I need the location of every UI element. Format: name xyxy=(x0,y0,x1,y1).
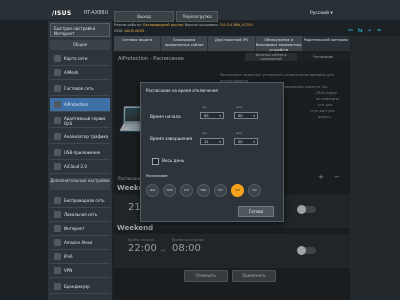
tab-parental-control[interactable]: Родительский контроль xyxy=(302,36,351,51)
sidebar-item-label: VPN xyxy=(64,268,73,273)
sidebar-item-guest[interactable]: Гостевая сеть xyxy=(50,82,110,96)
usb-app-icon xyxy=(54,149,61,156)
day-sat[interactable]: SAT xyxy=(248,184,261,197)
sidebar-item-label: Гостевая сеть xyxy=(64,86,94,91)
end-minute-select[interactable]: 00 xyxy=(234,138,258,146)
sidebar-item-aiprotection[interactable]: AiProtection xyxy=(50,98,110,112)
router-info-bar: Режим работы: Беспроводной роутер Версия… xyxy=(114,22,344,34)
all-day-checkbox[interactable] xyxy=(152,158,159,165)
day-mon[interactable]: MON xyxy=(163,184,176,197)
usb-icon[interactable]: ⌁ xyxy=(368,27,372,34)
end-min-label: мин. xyxy=(236,131,243,135)
sidebar-item-lan[interactable]: Локальная сеть xyxy=(50,208,110,222)
sidebar-item-firewall[interactable]: Брандмауэр xyxy=(50,280,110,294)
vpn-icon xyxy=(54,267,61,274)
tab-network-protection[interactable]: Сетевая защита xyxy=(114,36,162,51)
all-day-label: Весь день xyxy=(162,158,185,163)
start-hour-label: час xyxy=(202,105,207,109)
sidebar-item-label: Локальная сеть xyxy=(64,212,98,217)
sidebar-item-qos[interactable]: Адаптивный сервис QoS xyxy=(50,114,110,128)
sidebar-item-wireless[interactable]: Беспроводная сеть xyxy=(50,194,110,208)
traffic-icon xyxy=(54,133,61,140)
guest-network-icon xyxy=(54,85,61,92)
language-select[interactable]: Русский ▾ xyxy=(310,11,346,20)
sidebar-item-label: Анализатор трафика xyxy=(64,134,109,139)
sidebar-item-vpn[interactable]: VPN xyxy=(50,264,110,278)
ssid-value: ASUS ASUS xyxy=(124,29,145,33)
network-icon[interactable]: ⎓ xyxy=(348,27,353,34)
sidebar-item-network-map[interactable]: Карта сети xyxy=(50,52,110,66)
fw-value[interactable]: 3.0.0.4.386_41700 xyxy=(220,23,253,27)
sidebar-item-usb[interactable]: USB-приложение xyxy=(50,146,110,160)
tab-infected-devices[interactable]: Обнаружение и блокировка зараженных устр… xyxy=(255,36,303,52)
end-time-label: Время завершения xyxy=(150,136,192,141)
day-wed[interactable]: WED xyxy=(197,184,210,197)
modal-title: Расписание на время отключения xyxy=(146,88,218,93)
protection-tabs: Сетевая защита Блокировка вредоносных са… xyxy=(114,36,351,52)
sidebar-item-label: Карта сети xyxy=(64,56,88,61)
link-icon[interactable]: ⇆ xyxy=(358,27,363,34)
start-hour-select[interactable]: 00 xyxy=(200,112,224,120)
sidebar-item-label: Amazon Alexa xyxy=(64,240,93,245)
wifi-icon[interactable]: ≈ xyxy=(376,27,381,34)
router-model: RT-AX88U xyxy=(84,10,109,16)
sidebar-item-label: Брандмауэр xyxy=(64,284,90,289)
sidebar-item-label: USB-приложение xyxy=(64,150,101,155)
mode-label: Режим работы: xyxy=(114,23,143,27)
tab-two-way-ips[interactable]: Двусторонний IPS xyxy=(208,36,256,51)
schedule-modal xyxy=(140,82,284,222)
sidebar-item-label: Интернет xyxy=(64,226,85,231)
alexa-icon xyxy=(54,239,61,246)
tab-malicious-sites[interactable]: Блокировка вредоносных сайтов xyxy=(161,36,209,51)
sidebar-item-label: Беспроводная сеть xyxy=(64,198,105,203)
wireless-icon xyxy=(54,197,61,204)
network-map-icon xyxy=(54,55,61,62)
status-icons: ⎓ ⇆ ⌁ ≈ xyxy=(348,27,388,34)
qos-icon xyxy=(54,117,61,124)
start-time-label: Время начала xyxy=(150,114,181,119)
sidebar-item-label: AiProtection xyxy=(64,102,89,107)
day-selector: SUN MON TUE WED THU FRI SAT xyxy=(146,184,276,197)
day-tue[interactable]: TUE xyxy=(180,184,193,197)
day-fri[interactable]: FRI xyxy=(231,184,244,197)
asus-logo: /ISUS xyxy=(52,10,72,17)
mode-value[interactable]: Беспроводной роутер xyxy=(143,23,183,27)
aimesh-icon xyxy=(54,69,61,76)
lan-icon xyxy=(54,211,61,218)
sidebar-item-traffic[interactable]: Анализатор трафика xyxy=(50,130,110,144)
day-sun[interactable]: SUN xyxy=(146,184,159,197)
sidebar-item-wan[interactable]: Интернет xyxy=(50,222,110,236)
start-min-label: мин. xyxy=(236,105,243,109)
modal-schedule-title: Расписание xyxy=(146,174,168,178)
end-hour-select[interactable]: 12 xyxy=(200,138,224,146)
sidebar-item-ipv6[interactable]: IPv6 xyxy=(50,250,110,264)
reboot-button[interactable]: Перезагрузка xyxy=(176,11,218,22)
advanced-section-title: Дополнительные настройки xyxy=(50,178,110,190)
sidebar-item-label: AiMesh xyxy=(64,70,79,75)
firewall-icon xyxy=(54,283,61,290)
fw-label: Версия прошивки: xyxy=(184,23,219,27)
globe-icon xyxy=(54,225,61,232)
ipv6-icon xyxy=(54,253,61,260)
general-section-title: Общие xyxy=(50,40,110,50)
ssid-label: SSID: xyxy=(114,29,124,33)
end-hour-label: час xyxy=(202,131,207,135)
done-button[interactable]: Готово xyxy=(238,206,274,217)
start-minute-select[interactable]: 00 xyxy=(234,112,258,120)
language-label: Русский xyxy=(310,11,329,16)
right-gutter xyxy=(350,36,400,300)
sidebar-item-aimesh[interactable]: AiMesh xyxy=(50,66,110,80)
sidebar-item-label: AiCloud 2.0 xyxy=(64,164,87,169)
quick-setup-button[interactable]: Быстрая настройка Интернет xyxy=(50,23,110,37)
cloud-icon xyxy=(54,163,61,170)
logout-button[interactable]: Выход xyxy=(114,11,174,22)
sidebar-item-label: Адаптивный сервис QoS xyxy=(64,115,106,126)
shield-icon xyxy=(54,101,61,108)
sidebar-item-alexa[interactable]: Amazon Alexa xyxy=(50,236,110,250)
sidebar-item-aicloud[interactable]: AiCloud 2.0 xyxy=(50,160,110,174)
sidebar-item-label: IPv6 xyxy=(64,254,73,259)
day-thu[interactable]: THU xyxy=(214,184,227,197)
